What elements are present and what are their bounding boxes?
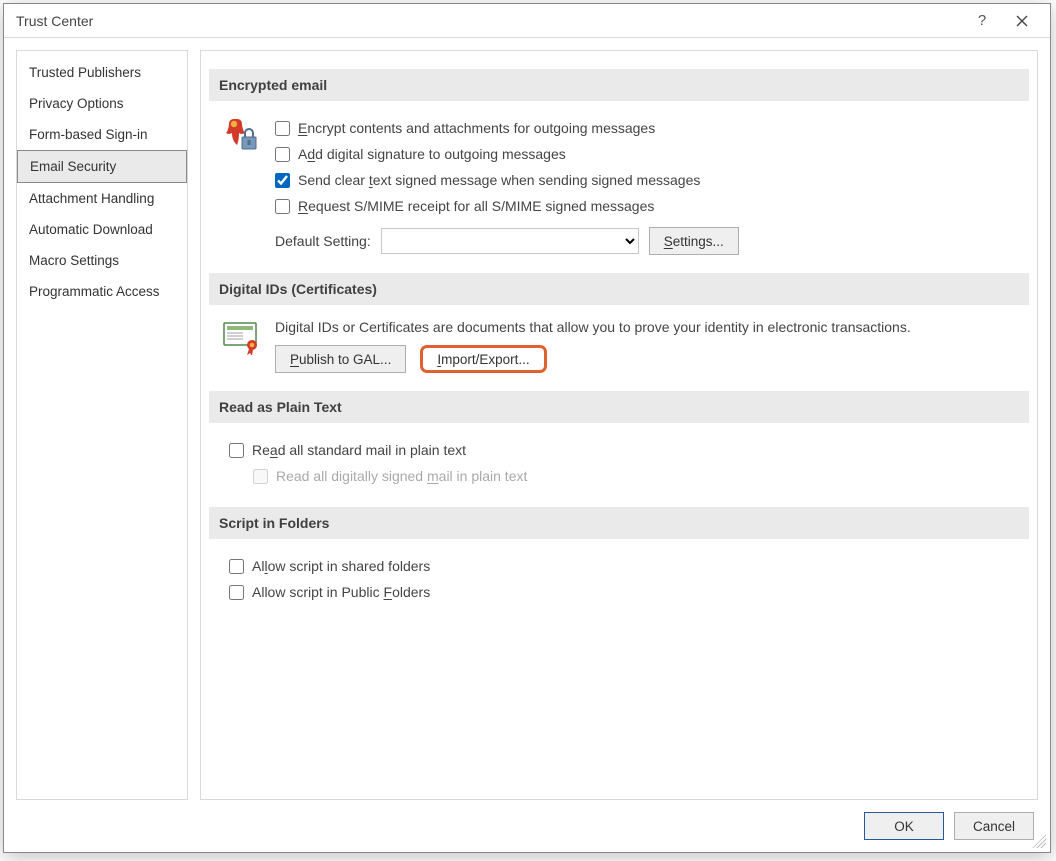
nav-attachment-handling[interactable]: Attachment Handling: [17, 183, 187, 214]
checkbox-read-plain-input[interactable]: [229, 443, 244, 458]
section-header-encrypted: Encrypted email: [209, 69, 1029, 101]
checkbox-clear-text[interactable]: Send clear text signed message when send…: [275, 167, 1019, 193]
ok-button[interactable]: OK: [864, 812, 944, 840]
nav-trusted-publishers[interactable]: Trusted Publishers: [17, 57, 187, 88]
checkbox-encrypt-contents[interactable]: Encrypt contents and attachments for out…: [275, 115, 1019, 141]
nav-automatic-download[interactable]: Automatic Download: [17, 214, 187, 245]
checkbox-encrypt-contents-input[interactable]: [275, 121, 290, 136]
checkbox-script-public-input[interactable]: [229, 585, 244, 600]
publish-to-gal-button[interactable]: Publish to GAL...: [275, 345, 406, 373]
default-setting-label: Default Setting:: [275, 233, 371, 249]
checkbox-clear-text-input[interactable]: [275, 173, 290, 188]
checkbox-add-signature-input[interactable]: [275, 147, 290, 162]
titlebar: Trust Center ?: [4, 4, 1050, 38]
resize-grip-icon[interactable]: [1032, 834, 1046, 848]
nav-programmatic-access[interactable]: Programmatic Access: [17, 276, 187, 307]
ribbon-lock-icon: [219, 115, 265, 155]
section-header-digital-ids: Digital IDs (Certificates): [209, 273, 1029, 305]
checkbox-read-plain-signed-input: [253, 469, 268, 484]
close-icon[interactable]: [1002, 7, 1042, 35]
certificate-icon: [219, 319, 265, 355]
cancel-button[interactable]: Cancel: [954, 812, 1034, 840]
checkbox-smime-receipt-input[interactable]: [275, 199, 290, 214]
section-header-plain-text: Read as Plain Text: [209, 391, 1029, 423]
help-icon[interactable]: ?: [962, 7, 1002, 35]
checkbox-script-shared-input[interactable]: [229, 559, 244, 574]
checkbox-read-plain-signed: Read all digitally signed mail in plain …: [253, 463, 1019, 489]
dialog-footer: OK Cancel: [4, 800, 1050, 852]
trust-center-dialog: Trust Center ? Trusted Publishers Privac…: [3, 3, 1051, 853]
section-header-script: Script in Folders: [209, 507, 1029, 539]
checkbox-read-plain[interactable]: Read all standard mail in plain text: [229, 437, 1019, 463]
window-title: Trust Center: [16, 13, 962, 29]
digital-ids-description: Digital IDs or Certificates are document…: [275, 319, 1019, 335]
checkbox-script-shared[interactable]: Allow script in shared folders: [229, 553, 1019, 579]
nav-list: Trusted Publishers Privacy Options Form-…: [16, 50, 188, 800]
main-panel: Encrypted email Encrypt contents and att…: [200, 50, 1038, 800]
import-export-button[interactable]: Import/Export...: [420, 345, 546, 373]
checkbox-smime-receipt[interactable]: Request S/MIME receipt for all S/MIME si…: [275, 193, 1019, 219]
default-setting-select[interactable]: [381, 228, 639, 254]
nav-form-based-signin[interactable]: Form-based Sign-in: [17, 119, 187, 150]
nav-macro-settings[interactable]: Macro Settings: [17, 245, 187, 276]
nav-email-security[interactable]: Email Security: [17, 150, 187, 183]
checkbox-script-public[interactable]: Allow script in Public Folders: [229, 579, 1019, 605]
nav-privacy-options[interactable]: Privacy Options: [17, 88, 187, 119]
checkbox-add-signature[interactable]: Add digital signature to outgoing messag…: [275, 141, 1019, 167]
settings-button[interactable]: Settings...: [649, 227, 739, 255]
